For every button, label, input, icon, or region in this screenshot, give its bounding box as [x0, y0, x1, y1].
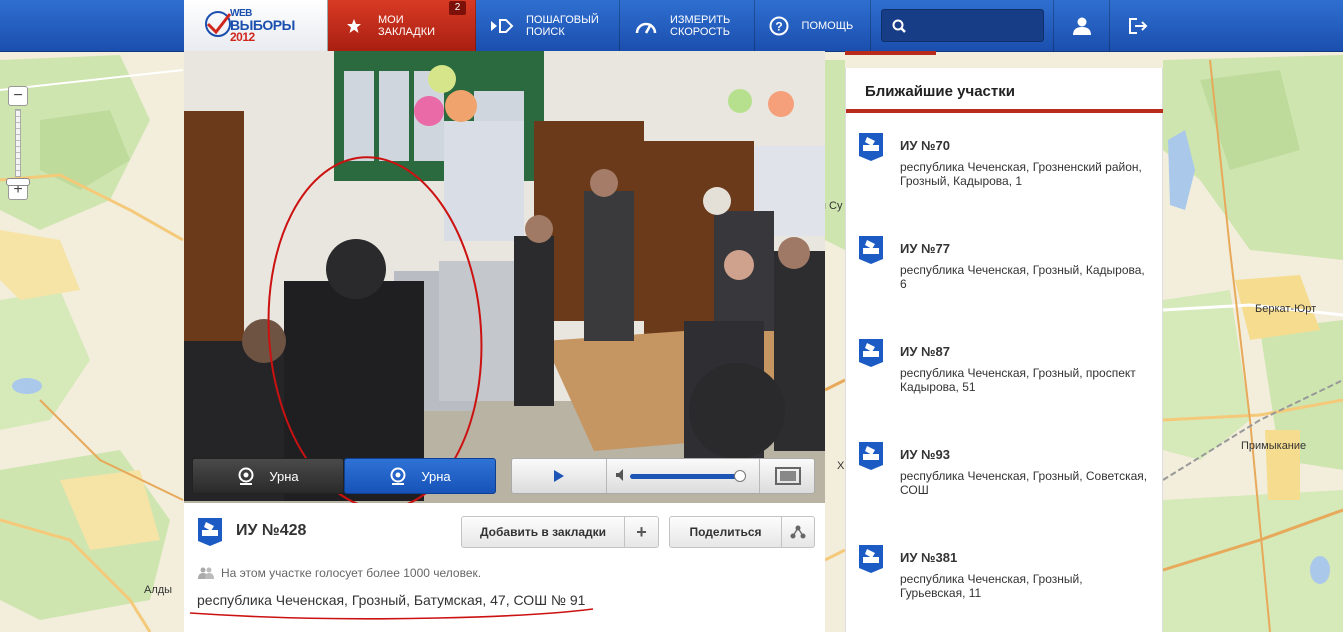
station-name[interactable]: ИУ №77 — [900, 241, 950, 256]
ballot-box-icon — [859, 236, 883, 264]
station-address: республика Чеченская, Грозный, Батумская… — [197, 592, 586, 608]
nav-measure-speed-label: ИЗМЕРИТЬ СКОРОСТЬ — [670, 13, 731, 38]
top-navigation-bar: WEB ВЫБОРЫ 2012 МОИ ЗАКЛАДКИ 2 ПОШАГОВЫЙ… — [0, 0, 1343, 52]
help-icon: ? — [769, 14, 790, 38]
voters-info: На этом участке голосует более 1000 чело… — [198, 566, 481, 580]
map-label-primykanie: Примыкание — [1241, 440, 1307, 452]
ballot-box-icon — [859, 133, 883, 161]
plus-icon: + — [636, 522, 647, 542]
camera-tab-2-label: Урна — [421, 468, 451, 484]
station-address: республика Чеченская, Грозный, Кадырова,… — [900, 263, 1145, 291]
player-controls — [511, 458, 815, 494]
map-label-x: Х — [837, 460, 845, 472]
logout-button[interactable] — [1109, 0, 1165, 51]
play-icon — [554, 470, 564, 482]
nav-measure-speed[interactable]: ИЗМЕРИТЬ СКОРОСТЬ — [620, 0, 755, 51]
nav-step-search-label: ПОШАГОВЫЙ ПОИСК — [526, 13, 599, 38]
map-label-aldy: Алды — [144, 584, 173, 596]
share-icon — [782, 517, 814, 547]
voters-text: На этом участке голосует более 1000 чело… — [221, 566, 482, 580]
share-button[interactable]: Поделиться — [669, 516, 815, 548]
logo-text: WEB ВЫБОРЫ 2012 — [230, 9, 295, 44]
nearby-title-rule — [846, 109, 1163, 113]
nav-help-label: ПОМОЩЬ — [801, 19, 854, 32]
logo-line-3: 2012 — [230, 30, 255, 44]
star-icon — [342, 14, 366, 38]
station-name[interactable]: ИУ №87 — [900, 344, 950, 359]
search-icon — [892, 19, 906, 33]
station-title: ИУ №428 — [236, 522, 307, 539]
nav-step-search[interactable]: ПОШАГОВЫЙ ПОИСК — [476, 0, 620, 51]
add-bookmark-button[interactable]: Добавить в закладки + — [461, 516, 659, 548]
webcam-icon — [238, 467, 254, 485]
svg-text:?: ? — [776, 19, 783, 33]
station-address: республика Чеченская, Грозный, Советская… — [900, 469, 1148, 497]
logout-icon — [1128, 17, 1147, 34]
ballot-box-icon — [198, 518, 222, 546]
share-label: Поделиться — [670, 517, 782, 547]
camera-tab-2[interactable]: Урна — [344, 458, 496, 494]
station-address: республика Чеченская, Грозненский район,… — [900, 160, 1142, 188]
right-panel-accent — [845, 51, 936, 55]
user-profile-button[interactable] — [1053, 0, 1109, 51]
webcam-icon — [390, 467, 406, 485]
search-input[interactable] — [914, 16, 1040, 38]
logo-swoosh-icon — [205, 11, 232, 37]
nearby-title: Ближайшие участки — [865, 83, 1015, 100]
user-icon — [1072, 17, 1091, 35]
volume-slider[interactable] — [630, 474, 740, 479]
station-address: республика Чеченская, Грозный, Гурьевска… — [900, 572, 1083, 600]
bookmarks-count-badge: 2 — [449, 1, 466, 15]
add-bookmark-label: Добавить в закладки — [462, 517, 625, 547]
camera-tab-1-label: Урна — [269, 468, 299, 484]
ballot-box-icon — [859, 442, 883, 470]
volume-icon[interactable] — [616, 469, 626, 481]
nav-my-bookmarks-label: МОИ ЗАКЛАДКИ — [378, 13, 436, 38]
video-player[interactable]: Урна Урна — [184, 51, 825, 503]
map-zoom-control[interactable]: − + — [6, 86, 30, 200]
station-name[interactable]: ИУ №70 — [900, 138, 950, 153]
zoom-out-button[interactable]: − — [8, 86, 28, 106]
logo[interactable]: WEB ВЫБОРЫ 2012 — [184, 0, 328, 51]
nearby-stations-panel: Ближайшие участки ИУ №70 республика Чече… — [845, 68, 1163, 632]
camera-tab-1[interactable]: Урна — [192, 458, 344, 494]
fullscreen-icon — [774, 467, 801, 485]
volume-knob[interactable] — [734, 470, 746, 482]
ballot-box-icon — [859, 545, 883, 573]
nav-help[interactable]: ? ПОМОЩЬ — [755, 0, 871, 51]
play-button[interactable] — [512, 459, 607, 493]
search-box[interactable] — [881, 9, 1044, 42]
station-name[interactable]: ИУ №93 — [900, 447, 950, 462]
zoom-track[interactable] — [15, 109, 21, 177]
station-name[interactable]: ИУ №381 — [900, 550, 957, 565]
step-search-icon — [490, 14, 514, 38]
station-info-card: ИУ №428 Добавить в закладки + Поделиться… — [184, 503, 825, 632]
map-label-berkat: Беркат-Юрт — [1255, 303, 1317, 315]
address-underline — [189, 608, 594, 620]
camera-frame — [184, 51, 825, 503]
station-address: республика Чеченская, Грозный, проспект … — [900, 366, 1136, 394]
people-icon — [198, 567, 214, 579]
fullscreen-button[interactable] — [759, 459, 815, 493]
zoom-thumb[interactable] — [6, 178, 30, 186]
speedometer-icon — [634, 14, 658, 38]
ballot-box-icon — [859, 339, 883, 367]
